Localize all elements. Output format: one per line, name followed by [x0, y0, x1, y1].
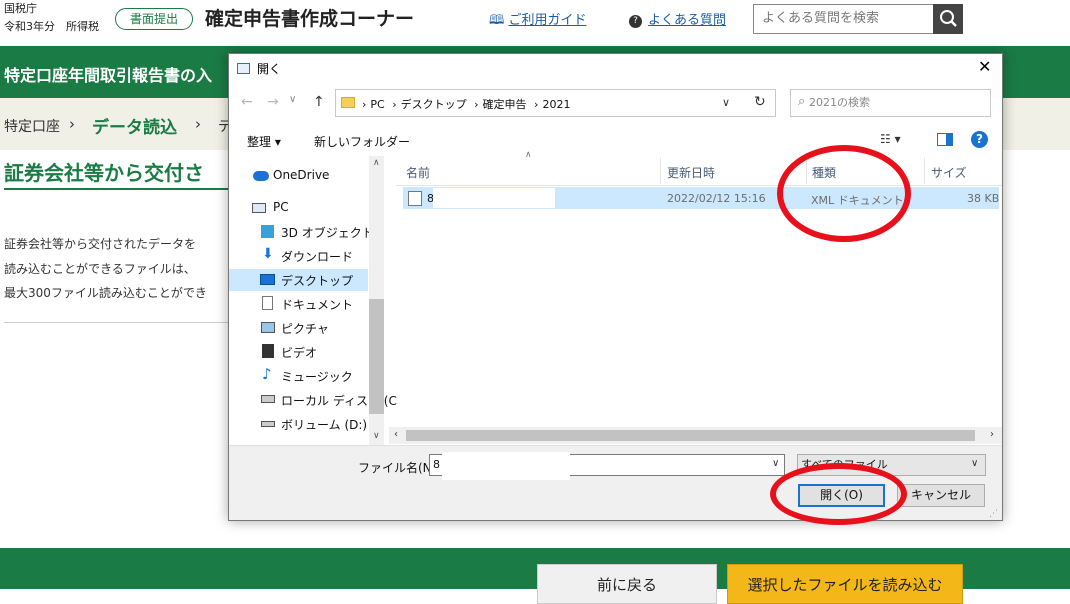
breadcrumb-item: 特定口座 [4, 119, 60, 135]
nav-item-pc[interactable]: PC [273, 200, 289, 214]
cancel-button[interactable]: キャンセル [897, 484, 985, 507]
view-options-icon[interactable]: ☷ ▾ [880, 132, 901, 146]
music-icon: ♪ [262, 365, 272, 383]
recent-locations-icon[interactable]: ∨ [289, 94, 296, 105]
picture-icon [261, 322, 275, 333]
nav-item-onedrive[interactable]: OneDrive [273, 168, 329, 182]
chevron-down-icon[interactable]: ∨ [971, 458, 978, 469]
nav-item-pictures[interactable]: ピクチャ [281, 320, 329, 337]
column-divider[interactable] [924, 158, 925, 184]
address-segment[interactable]: 確定申告 [483, 98, 527, 111]
refresh-icon[interactable]: ↻ [754, 94, 766, 110]
read-selected-files-button[interactable]: 選択したファイルを読み込む [727, 564, 963, 604]
guide-link-label: ご利用ガイド [508, 13, 587, 28]
video-icon [262, 344, 274, 358]
resize-grip-icon[interactable]: ⋰ [989, 509, 998, 519]
nav-item-3d-objects[interactable]: 3D オブジェクト [281, 224, 374, 241]
chevron-down-icon[interactable]: ∨ [772, 458, 779, 469]
breadcrumb-item-current: データ読込 [92, 118, 177, 138]
search-button[interactable] [933, 4, 963, 34]
redaction [442, 452, 570, 480]
column-size[interactable]: サイズ [931, 164, 967, 181]
organize-menu[interactable]: 整理 ▾ [247, 133, 281, 150]
annotation-circle [777, 145, 911, 242]
document-icon [262, 296, 273, 310]
cube-icon [261, 225, 274, 238]
body-text: 証券会社等から交付されたデータを [4, 237, 197, 251]
heading-underline [4, 188, 228, 190]
address-breadcrumb: › PC › デスクトップ › 確定申告 › 2021 [362, 98, 571, 111]
column-name[interactable]: 名前 [406, 164, 430, 181]
chevron-down-icon[interactable]: ∨ [722, 96, 730, 109]
open-file-dialog: 開く ✕ ← → ∨ ↑ › PC › デスクトップ › 確定申告 › 2021 ∨ ↻… [228, 53, 1003, 521]
desktop-icon [260, 274, 275, 285]
faq-link-label: よくある質問 [648, 13, 727, 28]
scroll-down-icon[interactable]: ∨ [373, 431, 380, 441]
column-modified[interactable]: 更新日時 [667, 164, 715, 181]
annotation-circle [770, 463, 907, 525]
faq-search-input[interactable]: よくある質問を検索 [753, 4, 934, 34]
nav-item-downloads[interactable]: ダウンロード [281, 248, 353, 265]
drive-icon [261, 395, 275, 403]
site-title: 確定申告書作成コーナー [205, 8, 415, 30]
scroll-right-icon[interactable]: › [990, 429, 994, 440]
agency-name: 国税庁 [4, 2, 37, 15]
nav-item-documents[interactable]: ドキュメント [281, 296, 353, 313]
question-icon: ? [629, 15, 642, 28]
page-section-title: 特定口座年間取引報告書の入 [4, 66, 213, 85]
window-icon [237, 63, 250, 74]
back-button[interactable]: 前に戻る [537, 564, 717, 604]
forward-arrow-icon[interactable]: → [267, 94, 279, 110]
preview-pane-icon[interactable] [937, 133, 953, 146]
column-divider[interactable] [660, 158, 661, 184]
address-segment[interactable]: デスクトップ [401, 98, 467, 111]
file-size: 38 KB [967, 192, 1000, 205]
file-modified: 2022/02/12 15:16 [667, 192, 766, 205]
address-segment[interactable]: 2021 [542, 98, 570, 111]
faq-link[interactable]: ? よくある質問 [629, 9, 726, 28]
scrollbar-thumb[interactable] [406, 430, 975, 441]
redaction [433, 188, 555, 208]
nav-item-music[interactable]: ミュージック [281, 368, 353, 385]
folder-icon [341, 97, 355, 108]
new-folder-button[interactable]: 新しいフォルダー [314, 133, 410, 150]
close-icon[interactable]: ✕ [978, 57, 991, 76]
folder-search-input[interactable]: 2021の検索 [790, 89, 991, 117]
nav-item-volume-d[interactable]: ボリューム (D:) [281, 416, 367, 433]
divider [4, 322, 228, 323]
guide-link[interactable]: 🕮 ご利用ガイド [489, 9, 586, 33]
address-bar[interactable]: › PC › デスクトップ › 確定申告 › 2021 ∨ ↻ [335, 89, 776, 117]
tax-year: 令和3年分 所得税 [4, 20, 99, 33]
help-icon[interactable]: ? [971, 131, 988, 148]
cloud-icon [253, 171, 269, 181]
dialog-title: 開く [257, 62, 282, 76]
computer-icon [252, 203, 266, 213]
download-icon: ⬇ [262, 246, 274, 262]
chevron-right-icon: › [195, 115, 201, 133]
drive-icon [261, 421, 275, 427]
paper-submit-button[interactable]: 書面提出 [115, 8, 193, 30]
page-title: 証券会社等から交付さ [4, 161, 204, 185]
xml-file-icon [408, 191, 422, 206]
back-arrow-icon[interactable]: ← [241, 94, 253, 110]
nav-item-videos[interactable]: ビデオ [281, 344, 317, 361]
body-text: 最大300ファイル読み込むことができ [4, 286, 207, 300]
scroll-up-icon[interactable]: ∧ [373, 158, 380, 168]
scroll-left-icon[interactable]: ‹ [394, 429, 398, 440]
up-arrow-icon[interactable]: ↑ [313, 94, 325, 110]
body-text: 読み込むことができるファイルは、 [4, 262, 196, 276]
scrollbar-thumb[interactable] [369, 299, 384, 414]
nav-item-desktop[interactable]: デスクトップ [281, 272, 353, 289]
address-segment[interactable]: PC [370, 98, 384, 111]
chevron-right-icon: › [69, 115, 75, 133]
column-header-row: 名前 更新日時 種類 サイズ [396, 156, 1002, 186]
search-icon [940, 10, 957, 27]
book-icon: 🕮 [489, 13, 509, 28]
